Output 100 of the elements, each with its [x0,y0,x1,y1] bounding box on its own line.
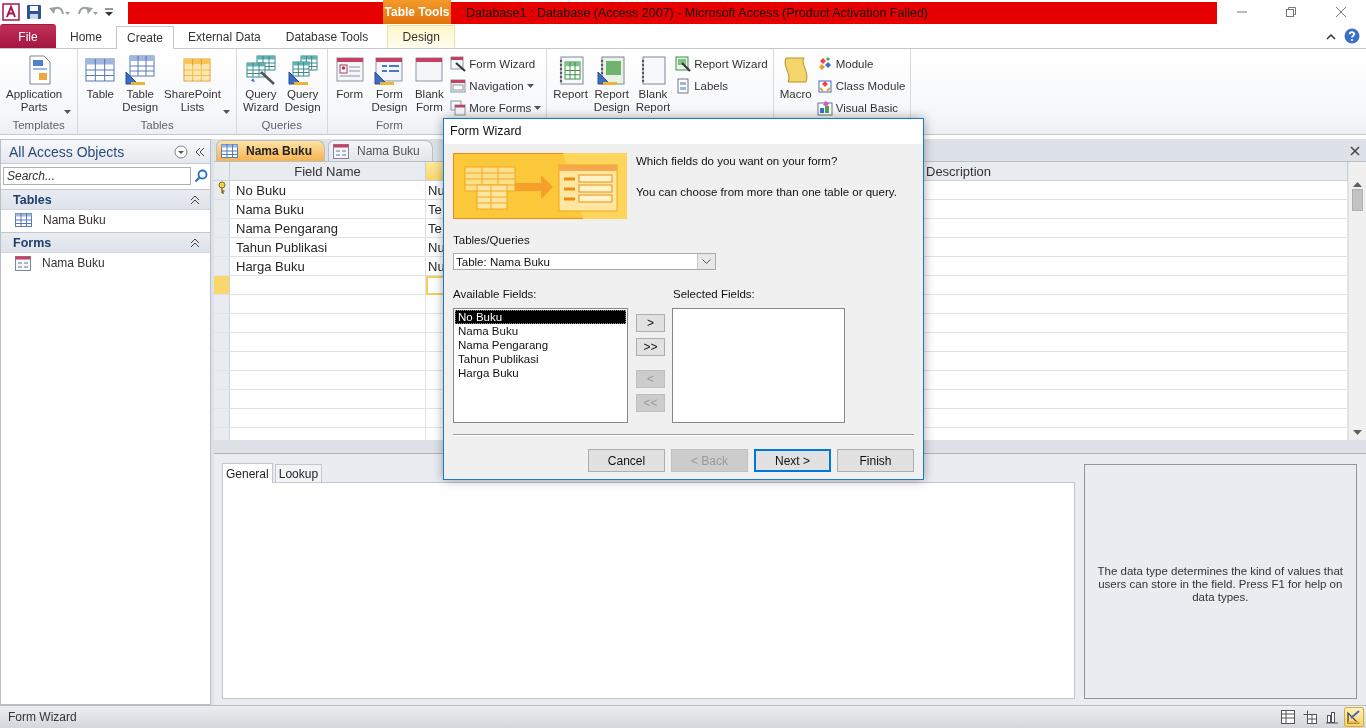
document-tab[interactable]: Nama Buku [328,140,433,161]
close-icon[interactable] [1350,146,1360,156]
nav-item[interactable]: Nama Buku [1,210,210,230]
ribbon-button[interactable]: Navigation [448,76,544,96]
list-item[interactable]: Tahun Publikasi [455,352,626,366]
dialog-title: Form Wizard [444,119,923,144]
table-design-icon [124,54,157,86]
ribbon-button[interactable]: Report [550,53,591,102]
ribbon-button[interactable]: Macro [776,53,815,102]
save-icon[interactable] [26,4,42,20]
dropdown-icon[interactable] [174,144,188,159]
ribbon-button[interactable]: More Forms [448,98,544,118]
row-selector[interactable] [214,181,230,200]
group-label: Tables [140,119,174,133]
ribbon-button[interactable]: Query Design [281,53,324,115]
form-icon [15,255,31,271]
caret-icon [534,106,542,110]
group-header[interactable]: Tables [1,189,210,210]
available-fields-list[interactable]: No Buku Nama Buku Nama Pengarang Tahun Publikasi Harga Buku [453,308,628,423]
ribbon-tab[interactable]: External Data [177,25,272,48]
dialog-button[interactable]: Next > [754,449,831,472]
move-button[interactable]: >> [636,338,665,356]
column-header: Field Name [230,162,426,181]
ribbon-button[interactable]: Form Wizard [448,54,544,74]
view-button[interactable] [1344,707,1364,727]
table-icon [15,213,32,227]
status-text: Form Wizard [8,710,77,724]
list-item[interactable]: Nama Pengarang [455,338,626,352]
ribbon-button[interactable]: Form Design [368,53,411,115]
ribbon-button[interactable]: Report Design [590,53,633,115]
collapse-ribbon-icon[interactable] [1326,32,1336,40]
dialog-button[interactable]: Cancel [588,449,665,472]
ribbon-tab[interactable]: Home [59,25,113,48]
ribbon-tab[interactable]: Database Tools [274,25,380,48]
ribbon-button[interactable]: SharePoint Lists [161,53,233,115]
app-icon[interactable] [2,3,20,21]
ribbon-tab[interactable]: Create [116,26,175,49]
group-label: Form [376,119,403,133]
list-item[interactable]: Harga Buku [455,366,626,380]
design-view-icon [1347,710,1361,724]
selected-fields-list[interactable] [672,308,845,423]
chevron-down-icon [702,259,711,264]
help-icon[interactable] [1344,28,1360,44]
property-tab[interactable]: Lookup [274,464,323,482]
wand-icon [450,56,467,72]
ribbon-button[interactable]: Table Design [119,53,162,115]
list-item[interactable]: No Buku [455,310,626,324]
move-button[interactable]: > [636,314,665,332]
table-cell: Nama Buku [230,200,426,219]
group-label: Queries [261,119,302,133]
hint-text: You can choose from more than one table or query. [636,186,897,198]
form-icon [333,143,350,159]
ribbon-button[interactable]: Labels [673,76,770,96]
key-icon [217,181,226,194]
caret-icon [526,84,534,88]
query-design-icon [286,54,319,86]
ribbon-button[interactable]: Blank Form [410,53,449,115]
document-tab[interactable]: Nama Buku [216,140,326,161]
scroll-up-icon[interactable] [1353,181,1362,187]
group-label: Templates [12,119,65,133]
collapse-icon [190,194,200,205]
ribbon-button[interactable]: Form [330,53,369,102]
ribbon-button[interactable]: Query Wizard [239,53,282,115]
ribbon-tab[interactable]: Design [387,25,456,48]
report-design-icon [595,54,628,86]
property-tab[interactable]: General [222,463,273,483]
table-icon [221,144,238,158]
collapse-pane-icon[interactable] [194,146,206,157]
field-label: Tables/Queries [453,234,531,246]
scroll-thumb[interactable] [1352,189,1363,211]
close-icon[interactable] [1335,6,1348,18]
wand-icon [675,56,692,72]
ribbon-button[interactable]: Application Parts [3,53,75,115]
caret-icon [222,110,230,114]
nav-item[interactable]: Nama Buku [1,253,210,273]
tables-dropdown[interactable]: Table: Nama Buku [453,253,716,270]
ribbon-button[interactable]: Class Module [814,76,908,96]
ribbon-button[interactable]: Report Wizard [673,54,770,74]
ribbon-button[interactable]: Blank Report [632,53,674,115]
customize-icon[interactable] [104,6,114,18]
search-icon[interactable] [194,169,208,183]
pivot-chart-icon [1325,710,1339,724]
ribbon-button[interactable]: Visual Basic [814,98,908,118]
code-window-icon [816,100,833,116]
restore-icon[interactable] [1285,6,1298,18]
search-field[interactable]: Search... [3,167,191,185]
label-icon [675,78,692,94]
dialog-button[interactable]: Finish [837,449,914,472]
group-header[interactable]: Forms [1,232,210,253]
table-cell: Tahun Publikasi [230,238,426,257]
field-label: Selected Fields: [673,288,755,300]
list-item[interactable]: Nama Buku [455,324,626,338]
ribbon-button[interactable]: Module [814,54,908,74]
scroll-down-icon[interactable] [1353,430,1362,436]
ribbon-button[interactable]: Table [81,53,120,102]
view-button[interactable] [1278,707,1298,727]
ribbon-tab[interactable]: File [0,24,56,48]
field-label: Available Fields: [453,288,537,300]
table-cell: Harga Buku [230,257,426,276]
scrollbar[interactable] [1348,162,1366,440]
